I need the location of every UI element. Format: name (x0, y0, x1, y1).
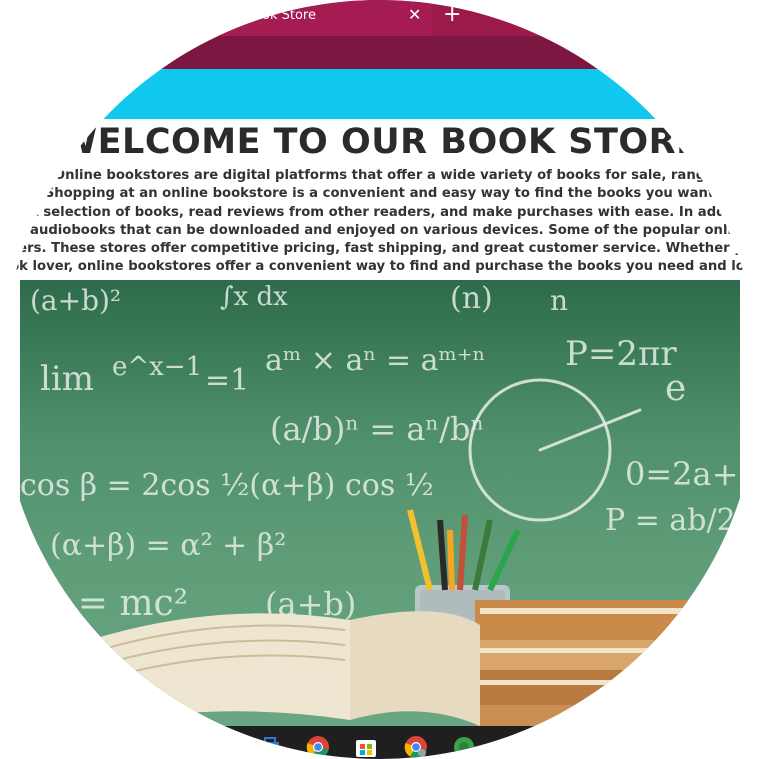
svg-text:(α+β) = α² + β²: (α+β) = α² + β² (50, 528, 286, 563)
svg-text:(n): (n) (450, 281, 493, 316)
intro-line: book lover, online bookstores offer a co… (0, 259, 759, 275)
browser-tab-bar: ok Store ✕ + (0, 0, 759, 36)
browser-toolbar (0, 36, 759, 69)
svg-text:e^x−1: e^x−1 (112, 352, 202, 382)
svg-text:∫x dx: ∫x dx (220, 282, 288, 312)
app-icon[interactable] (452, 735, 476, 759)
intro-line: ng others. These stores offer competitiv… (0, 241, 759, 257)
intro-line: n a vast selection of books, read review… (0, 204, 759, 220)
svg-text:E = mc²: E = mc² (40, 583, 188, 624)
svg-text:lim: lim (40, 359, 94, 399)
page-header-bar (0, 69, 759, 119)
page-title: WELCOME TO OUR BOOK STORE (58, 122, 701, 162)
chalkboard-illustration: (a+b)² ∫x dx (n) n lim e^x−1 =1 aᵐ × aⁿ … (20, 281, 740, 726)
taskbar (0, 726, 759, 759)
intro-line: tween. Shopping at an online bookstore i… (0, 186, 759, 202)
intro-line: ks and audiobooks that can be downloaded… (0, 222, 759, 238)
hero-image: (a+b)² ∫x dx (n) n lim e^x−1 =1 aᵐ × aⁿ … (20, 280, 740, 726)
svg-text:cos β = 2cos ½(α+β) cos ½: cos β = 2cos ½(α+β) cos ½ (20, 468, 434, 503)
svg-text:0=2a+2: 0=2a+2 (625, 455, 740, 493)
svg-text:P = ab/2: P = ab/2 (605, 503, 736, 538)
svg-text:e: e (665, 368, 686, 409)
tab-title: ok Store (262, 8, 316, 23)
svg-text:P=2πr: P=2πr (565, 334, 677, 374)
chrome-profile-icon[interactable] (404, 735, 428, 759)
tab-close-icon[interactable]: ✕ (408, 5, 421, 25)
chrome-icon[interactable] (306, 735, 330, 759)
ms-store-icon[interactable] (354, 735, 378, 759)
intro-paragraph: tores! Online bookstores are digital pla… (0, 167, 759, 277)
svg-text:=1: =1 (205, 363, 249, 398)
svg-text:aᵐ × aⁿ = aᵐ⁺ⁿ: aᵐ × aⁿ = aᵐ⁺ⁿ (265, 343, 486, 378)
svg-text:n: n (550, 284, 568, 317)
new-tab-icon[interactable]: + (443, 3, 461, 27)
screen-viewport: ok Store ✕ + WELCOME TO OUR BOOK STORE t… (0, 0, 759, 759)
svg-text:(a/b)ⁿ = aⁿ/bⁿ: (a/b)ⁿ = aⁿ/bⁿ (270, 410, 484, 448)
store-icon[interactable] (258, 735, 282, 759)
intro-line: tores! Online bookstores are digital pla… (4, 168, 755, 183)
svg-text:(a+b)²: (a+b)² (30, 284, 121, 317)
